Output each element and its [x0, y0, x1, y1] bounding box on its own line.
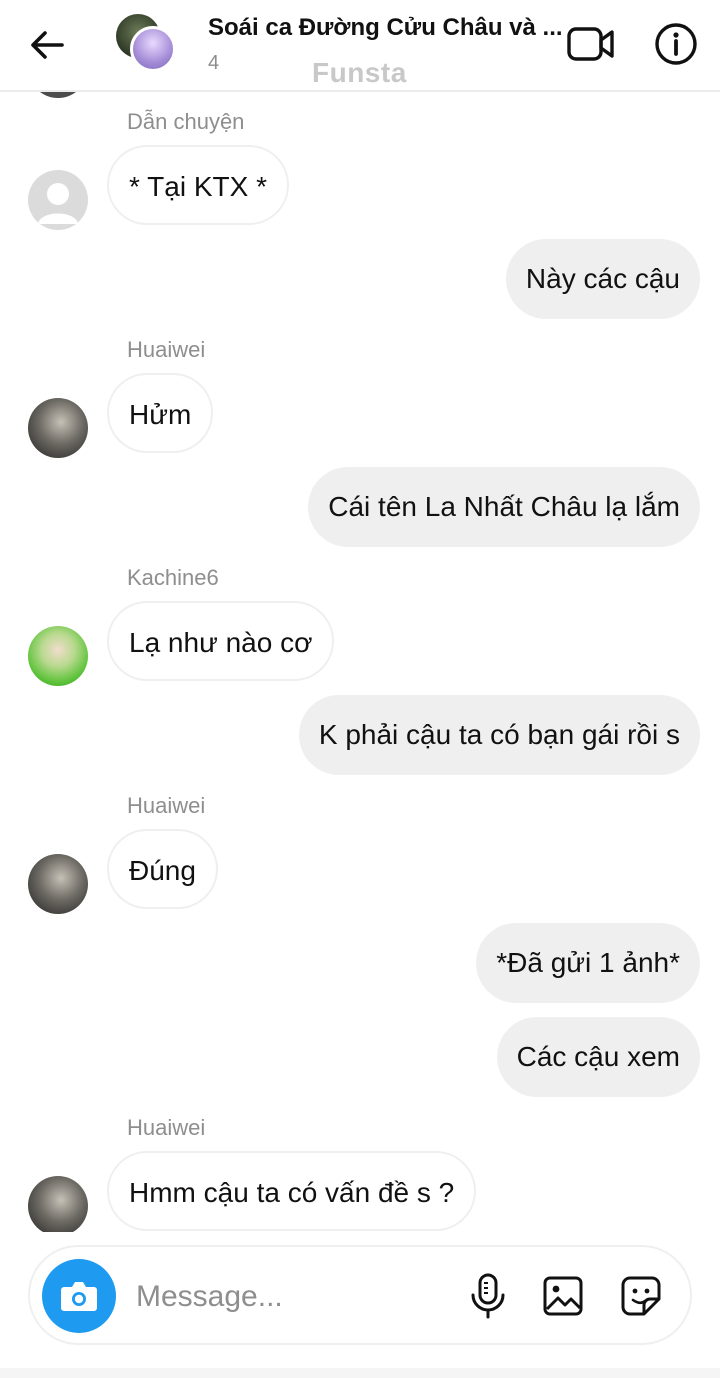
sender-name: Huaiwei — [127, 337, 206, 362]
sticker-button[interactable] — [620, 1275, 662, 1317]
info-button[interactable] — [654, 22, 698, 66]
info-icon — [655, 23, 697, 65]
chat-title[interactable]: Soái ca Đường Cửu Châu và ... — [208, 14, 568, 42]
microphone-button[interactable] — [468, 1273, 508, 1319]
sender-name: Kachine6 — [127, 565, 219, 590]
sticker-icon — [621, 1276, 661, 1316]
sender-name: Dẫn chuyện — [127, 109, 245, 134]
camera-button[interactable] — [42, 1259, 116, 1333]
message-input[interactable] — [136, 1275, 436, 1319]
message-bubble-outgoing[interactable]: Cái tên La Nhất Châu lạ lắm — [308, 467, 700, 547]
kachine6-avatar[interactable] — [28, 626, 88, 686]
message-bubble-outgoing[interactable]: Này các cậu — [505, 239, 700, 319]
message-bubble-outgoing[interactable]: K phải cậu ta có bạn gái rồi s — [298, 695, 700, 775]
message-bubble-incoming[interactable]: Lạ như nào cơ — [107, 601, 335, 681]
message-list[interactable]: Dẫn chuyện * Tại KTX * Này các cậu Huaiw… — [0, 92, 720, 1232]
huaiwei-avatar[interactable] — [28, 398, 88, 458]
camera-icon — [61, 1282, 97, 1311]
member-avatar — [130, 26, 176, 72]
gallery-button[interactable] — [542, 1275, 584, 1317]
message-bubble-incoming[interactable]: Hmm cậu ta có vấn đề s ? — [107, 1151, 477, 1231]
video-call-button[interactable] — [566, 24, 616, 64]
watermark: Funsta — [312, 57, 407, 88]
video-call-icon — [567, 27, 614, 61]
huaiwei-avatar[interactable] — [28, 1176, 88, 1232]
message-composer — [28, 1245, 692, 1345]
sender-name: Huaiwei — [127, 1115, 206, 1140]
message-bubble-outgoing[interactable]: *Đã gửi 1 ảnh* — [476, 923, 700, 1003]
chat-header: Soái ca Đường Cửu Châu và ... 4 Funsta — [0, 0, 720, 92]
huaiwei-avatar[interactable] — [28, 854, 88, 914]
back-arrow-icon — [31, 31, 64, 59]
back-button[interactable] — [26, 24, 68, 66]
default-avatar[interactable] — [28, 170, 88, 230]
message-bubble-incoming[interactable]: Đúng — [107, 829, 218, 909]
message-bubble-incoming[interactable]: * Tại KTX * — [107, 145, 289, 225]
message-bubble-incoming[interactable]: Hửm — [107, 373, 214, 453]
gallery-icon — [543, 1276, 583, 1316]
avatar — [28, 92, 88, 98]
member-count: 4 — [208, 52, 220, 74]
bottom-divider — [0, 1368, 720, 1378]
microphone-icon — [471, 1273, 505, 1319]
sender-name: Huaiwei — [127, 793, 206, 818]
group-avatar[interactable] — [116, 14, 178, 76]
message-bubble-outgoing[interactable]: Các cậu xem — [496, 1017, 700, 1097]
